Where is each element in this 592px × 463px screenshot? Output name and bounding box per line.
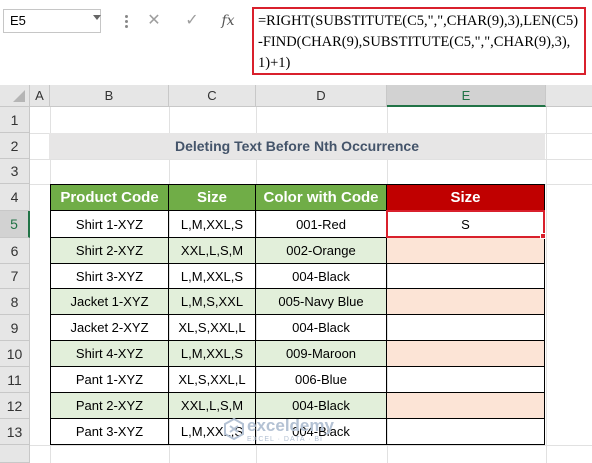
- name-box[interactable]: E5: [3, 9, 101, 33]
- table-cell-product[interactable]: Shirt 2-XYZ: [51, 238, 169, 264]
- table-cell-color[interactable]: 006-Blue: [256, 367, 387, 393]
- header-result-size[interactable]: Size: [387, 185, 545, 211]
- more-dot-icon: [125, 20, 128, 23]
- active-cell-selection[interactable]: [386, 210, 545, 238]
- table-cell-product[interactable]: Jacket 2-XYZ: [51, 315, 169, 341]
- table-cell-product[interactable]: Pant 2-XYZ: [51, 393, 169, 419]
- table-cell-product[interactable]: Pant 3-XYZ: [51, 419, 169, 445]
- header-color-with-code[interactable]: Color with Code: [256, 185, 387, 211]
- formula-input[interactable]: =RIGHT(SUBSTITUTE(C5,",",CHAR(9),3),LEN(…: [252, 7, 586, 75]
- fill-handle[interactable]: [540, 233, 546, 239]
- table-cell-color[interactable]: 004-Black: [256, 315, 387, 341]
- table-cell-color[interactable]: 001-Red: [256, 211, 387, 238]
- enter-icon[interactable]: ✓: [183, 12, 201, 30]
- table-cell-product[interactable]: Shirt 3-XYZ: [51, 264, 169, 289]
- select-all-triangle-icon: [13, 90, 25, 102]
- chevron-down-icon[interactable]: [93, 15, 101, 20]
- table-cell-size[interactable]: XXL,L,S,M: [169, 393, 256, 419]
- table-cell-product[interactable]: Jacket 1-XYZ: [51, 289, 169, 315]
- insert-function-icon[interactable]: fx: [219, 11, 237, 31]
- gridline: [546, 107, 547, 463]
- table-cell-color[interactable]: 004-Black: [256, 264, 387, 289]
- row-header-6[interactable]: 6: [0, 238, 30, 264]
- row-header-13[interactable]: 13: [0, 419, 30, 445]
- table-cell-size[interactable]: XL,S,XXL,L: [169, 367, 256, 393]
- sheet-title[interactable]: Deleting Text Before Nth Occurrence: [49, 133, 545, 159]
- table-cell-result[interactable]: [387, 289, 545, 315]
- table-cell-product[interactable]: Pant 1-XYZ: [51, 367, 169, 393]
- table-cell-size[interactable]: XL,S,XXL,L: [169, 315, 256, 341]
- column-header-a[interactable]: A: [30, 85, 50, 107]
- row-header-9[interactable]: 9: [0, 315, 30, 341]
- row-header-7[interactable]: 7: [0, 264, 30, 289]
- column-header-d[interactable]: D: [256, 85, 387, 107]
- table-cell-product[interactable]: Shirt 4-XYZ: [51, 341, 169, 367]
- row-header-2[interactable]: 2: [0, 133, 30, 159]
- row-header-10[interactable]: 10: [0, 341, 30, 367]
- header-size[interactable]: Size: [169, 185, 256, 211]
- table-cell-result[interactable]: [387, 419, 545, 445]
- row-header-8[interactable]: 8: [0, 289, 30, 315]
- row-header-14[interactable]: [0, 445, 30, 463]
- column-header-c[interactable]: C: [169, 85, 256, 107]
- table-cell-size[interactable]: L,M,S,XXL: [169, 289, 256, 315]
- row-header-5[interactable]: 5: [0, 211, 30, 238]
- table-cell-size[interactable]: L,M,XXL,S: [169, 211, 256, 238]
- row-header-3[interactable]: 3: [0, 159, 30, 184]
- table-cell-result[interactable]: [387, 238, 545, 264]
- watermark-name: exceldemy: [247, 416, 334, 435]
- row-header-11[interactable]: 11: [0, 367, 30, 393]
- table-cell-size[interactable]: L,M,XXL,S: [169, 341, 256, 367]
- table-cell-color[interactable]: 002-Orange: [256, 238, 387, 264]
- table-cell-result[interactable]: [387, 367, 545, 393]
- table-cell-color[interactable]: 009-Maroon: [256, 341, 387, 367]
- table-cell-result[interactable]: [387, 315, 545, 341]
- exceldemy-logo-icon: [222, 417, 246, 441]
- column-header-b[interactable]: B: [50, 85, 169, 107]
- gridline: [30, 445, 592, 446]
- cancel-icon[interactable]: ✕: [145, 12, 163, 30]
- column-header-e[interactable]: E: [387, 85, 546, 107]
- more-dot-icon: [125, 15, 128, 18]
- row-header-12[interactable]: 12: [0, 393, 30, 419]
- table-cell-size[interactable]: L,M,XXL,S: [169, 264, 256, 289]
- row-header-4[interactable]: 4: [0, 184, 30, 211]
- more-dot-icon: [125, 25, 128, 28]
- watermark-tagline: EXCEL · DATA · BI: [247, 436, 323, 443]
- table-cell-result[interactable]: [387, 341, 545, 367]
- gridline: [30, 159, 592, 160]
- column-header-f[interactable]: [546, 85, 592, 107]
- table-cell-result[interactable]: [387, 264, 545, 289]
- table-cell-product[interactable]: Shirt 1-XYZ: [51, 211, 169, 238]
- table-cell-size[interactable]: XXL,L,S,M: [169, 238, 256, 264]
- table-cell-result[interactable]: [387, 393, 545, 419]
- table-cell-color[interactable]: 005-Navy Blue: [256, 289, 387, 315]
- row-header-1[interactable]: 1: [0, 107, 30, 133]
- header-product-code[interactable]: Product Code: [51, 185, 169, 211]
